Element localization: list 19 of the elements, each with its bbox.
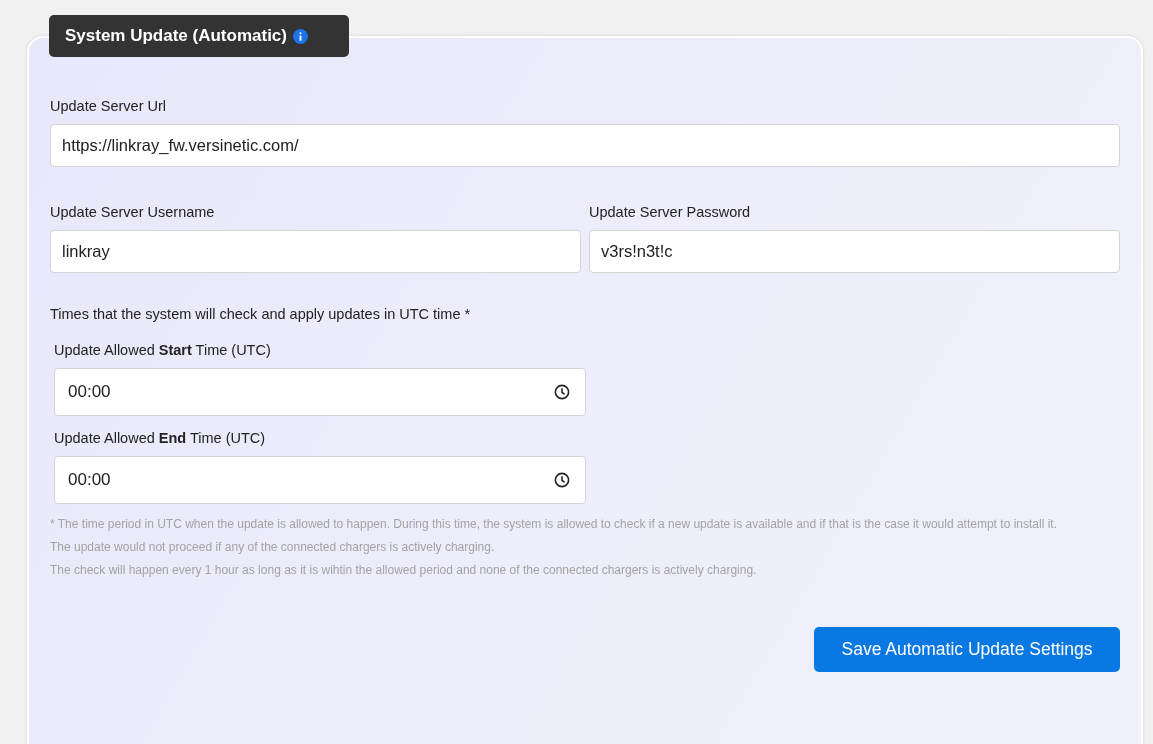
field-label: Update Server Url bbox=[50, 98, 168, 114]
field-label: Update Allowed Start Time (UTC) bbox=[54, 342, 272, 358]
time-input-field[interactable]: 00:00 bbox=[54, 368, 586, 416]
field-label: Update Server Password bbox=[589, 204, 752, 220]
username-input-field[interactable]: linkray bbox=[50, 230, 581, 273]
help-note: The check will happen every 1 hour as long as it is wihtin the allowed period and none of the connected chargers is actively charging. bbox=[50, 562, 758, 579]
help-note: * The time period in UTC when the update is allowed to happen. During this time, the system is allowed to check if a new update is available and if that is the case it would attempt to install it. bbox=[50, 516, 1058, 533]
times-description: Times that the system will check and apply updates in UTC time * bbox=[50, 306, 472, 322]
url-input-field[interactable]: https://linkray_fw.versinetic.com/ bbox=[50, 124, 1120, 167]
panel-title: System Update (Automatic) bbox=[65, 26, 287, 46]
clock-icon bbox=[554, 472, 570, 488]
clock-icon bbox=[554, 384, 570, 400]
time-input-field[interactable]: 00:00 bbox=[54, 456, 586, 504]
field-label: Update Allowed End Time (UTC) bbox=[54, 430, 267, 446]
info-icon bbox=[293, 28, 308, 44]
field-label: Update Server Username bbox=[50, 204, 216, 220]
password-input-field[interactable]: v3rs!n3t!c bbox=[589, 230, 1120, 273]
save-settings-button[interactable]: Save Automatic Update Settings bbox=[814, 627, 1120, 672]
help-note: The update would not proceed if any of the connected chargers is actively charging. bbox=[50, 539, 496, 556]
